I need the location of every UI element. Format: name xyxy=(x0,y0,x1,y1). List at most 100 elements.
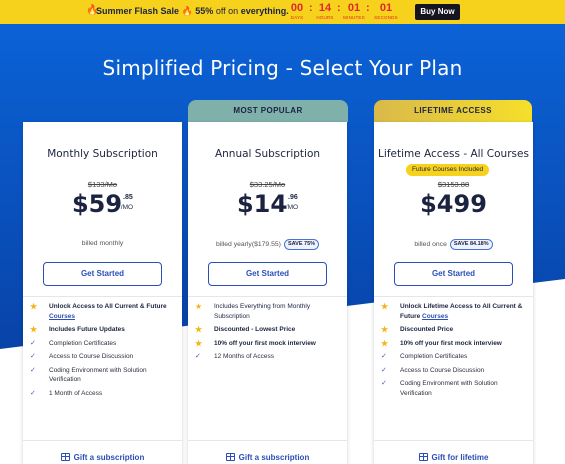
feature-list: ★ Unlock Lifetime Access to All Current &… xyxy=(381,302,529,402)
gift-subscription-link[interactable]: Gift a subscription xyxy=(23,453,182,462)
countdown-separator: : xyxy=(366,2,370,14)
countdown-value: 14 xyxy=(318,2,332,14)
star-icon: ★ xyxy=(381,338,389,348)
feature-item: ✓ Completion Certificates xyxy=(381,352,529,362)
feature-item: ✓ Access to Course Discussion xyxy=(381,366,529,376)
feature-item: ✓ Completion Certificates xyxy=(30,339,178,349)
star-icon: ★ xyxy=(381,325,389,334)
lifetime-access-tag: LIFETIME ACCESS xyxy=(374,100,532,122)
feature-item: ★ 10% off your first mock interview xyxy=(381,339,529,349)
plan-price: $499 xyxy=(374,190,533,218)
gift-icon xyxy=(418,453,428,461)
divider xyxy=(23,440,182,441)
countdown-value: 01 xyxy=(347,2,361,14)
feature-item: ★ Unlock Access to All Current & Future C… xyxy=(30,302,178,321)
buy-now-button[interactable]: Buy Now xyxy=(415,4,460,20)
feature-item: ★ Includes Future Updates xyxy=(30,325,178,335)
billing-text: billed monthly xyxy=(81,240,124,247)
countdown-hours: 14 HOURS xyxy=(312,2,338,21)
save-badge: SAVE 75% xyxy=(283,239,320,250)
feature-text: Coding Environment with Solution Verific… xyxy=(400,380,498,397)
price-cents: .96 xyxy=(288,194,298,201)
sale-discount: 55% xyxy=(195,6,214,16)
feature-text: Unlock Lifetime Access to All Current & … xyxy=(400,303,523,320)
sale-scope: everything. xyxy=(240,6,289,16)
plan-card-monthly: Monthly Subscription $133/Mo $59.85/MO b… xyxy=(23,122,182,464)
get-started-button[interactable]: Get Started xyxy=(208,262,327,286)
feature-item: ✓ Coding Environment with Solution Verifi… xyxy=(381,379,529,398)
sale-text: Summer Flash Sale 🔥 55% off on everythin… xyxy=(96,6,289,16)
plan-title: Lifetime Access - All Courses xyxy=(378,148,529,160)
check-icon: ✓ xyxy=(381,353,387,360)
billing-info: billed monthly xyxy=(23,240,182,247)
price-whole: $499 xyxy=(420,190,487,218)
original-price: $33.25/Mo xyxy=(249,180,286,189)
gift-label: Gift for lifetime xyxy=(431,453,489,462)
page-title: Simplified Pricing - Select Your Plan xyxy=(102,56,463,80)
feature-item: ★ 10% off your first mock interview xyxy=(195,339,343,349)
price-whole: $59 xyxy=(71,190,123,218)
divider xyxy=(188,440,347,441)
save-badge: SAVE 84.18% xyxy=(449,239,493,250)
star-icon: ★ xyxy=(30,325,38,334)
feature-text: 1 Month of Access xyxy=(49,389,103,397)
countdown-value: 01 xyxy=(379,2,393,14)
plan-price: $59.85/MO xyxy=(23,190,182,218)
billing-info: billed once SAVE 84.18% xyxy=(374,239,533,250)
gift-label: Gift a subscription xyxy=(238,453,310,462)
courses-link[interactable]: Courses xyxy=(422,313,448,320)
check-icon: ✓ xyxy=(30,353,36,360)
gift-label: Gift a subscription xyxy=(73,453,145,462)
check-icon: ✓ xyxy=(30,389,36,397)
feature-text: Discounted - Lowest Price xyxy=(214,326,296,333)
countdown-minutes: 01 MINUTES xyxy=(341,2,367,21)
gift-lifetime-link[interactable]: Gift for lifetime xyxy=(374,453,533,462)
future-courses-pill: Future Courses Included xyxy=(406,164,490,176)
get-started-button[interactable]: Get Started xyxy=(43,262,162,286)
countdown-unit: HOURS xyxy=(316,15,334,20)
original-price: $133/Mo xyxy=(87,180,118,189)
divider xyxy=(23,296,182,297)
feature-text: Completion Certificates xyxy=(49,339,117,347)
pricing-section: Simplified Pricing - Select Your Plan MO… xyxy=(0,24,565,464)
feature-text: Includes Everything from Monthly Subscri… xyxy=(214,303,311,320)
original-price: $3153.88 xyxy=(437,180,470,189)
plan-title: Monthly Subscription xyxy=(47,148,158,160)
divider xyxy=(188,296,347,297)
countdown-days: 00 DAYS xyxy=(284,2,310,21)
countdown-unit: MINUTES xyxy=(343,15,365,20)
countdown-unit: SECONDS xyxy=(374,15,398,20)
plan-title: Annual Subscription xyxy=(214,148,321,160)
feature-text: Access to Course Discussion xyxy=(49,353,134,360)
feature-text: Access to Course Discussion xyxy=(400,366,485,374)
gift-icon xyxy=(225,453,235,461)
billing-text: billed once xyxy=(414,241,447,248)
check-icon: ✓ xyxy=(30,339,36,347)
feature-text: Discounted Price xyxy=(400,326,454,333)
feature-item: ★ Unlock Lifetime Access to All Current &… xyxy=(381,302,529,321)
countdown-value: 00 xyxy=(290,2,304,14)
courses-link[interactable]: Courses xyxy=(49,313,75,320)
feature-text: Completion Certificates xyxy=(400,353,468,360)
most-popular-tag: MOST POPULAR xyxy=(188,100,348,122)
countdown-unit: DAYS xyxy=(290,15,304,20)
feature-item: ✓ Access to Course Discussion xyxy=(30,352,178,362)
sale-label: Summer Flash Sale xyxy=(96,6,180,16)
feature-text: 10% off your first mock interview xyxy=(214,339,316,347)
star-icon: ★ xyxy=(30,302,38,311)
divider xyxy=(374,440,533,441)
billing-text: billed yearly($179.55) xyxy=(215,241,281,248)
feature-list: ★ Includes Everything from Monthly Subscr… xyxy=(195,302,343,366)
feature-text: 10% off your first mock interview xyxy=(400,339,502,347)
feature-item: ★ Discounted - Lowest Price xyxy=(195,325,343,335)
gift-subscription-link[interactable]: Gift a subscription xyxy=(188,453,347,462)
divider xyxy=(374,296,533,297)
feature-text: Coding Environment with Solution Verific… xyxy=(49,366,147,384)
star-icon: ★ xyxy=(195,338,203,348)
plan-card-lifetime: Lifetime Access - All Courses Future Cou… xyxy=(374,122,533,464)
plan-card-annual: Annual Subscription $33.25/Mo $14.96/MO … xyxy=(188,122,347,464)
feature-text: Unlock Access to All Current & Future xyxy=(49,303,167,310)
get-started-button[interactable]: Get Started xyxy=(394,262,513,286)
feature-item: ★ Includes Everything from Monthly Subscr… xyxy=(195,302,343,321)
price-period: /MO xyxy=(285,204,299,211)
